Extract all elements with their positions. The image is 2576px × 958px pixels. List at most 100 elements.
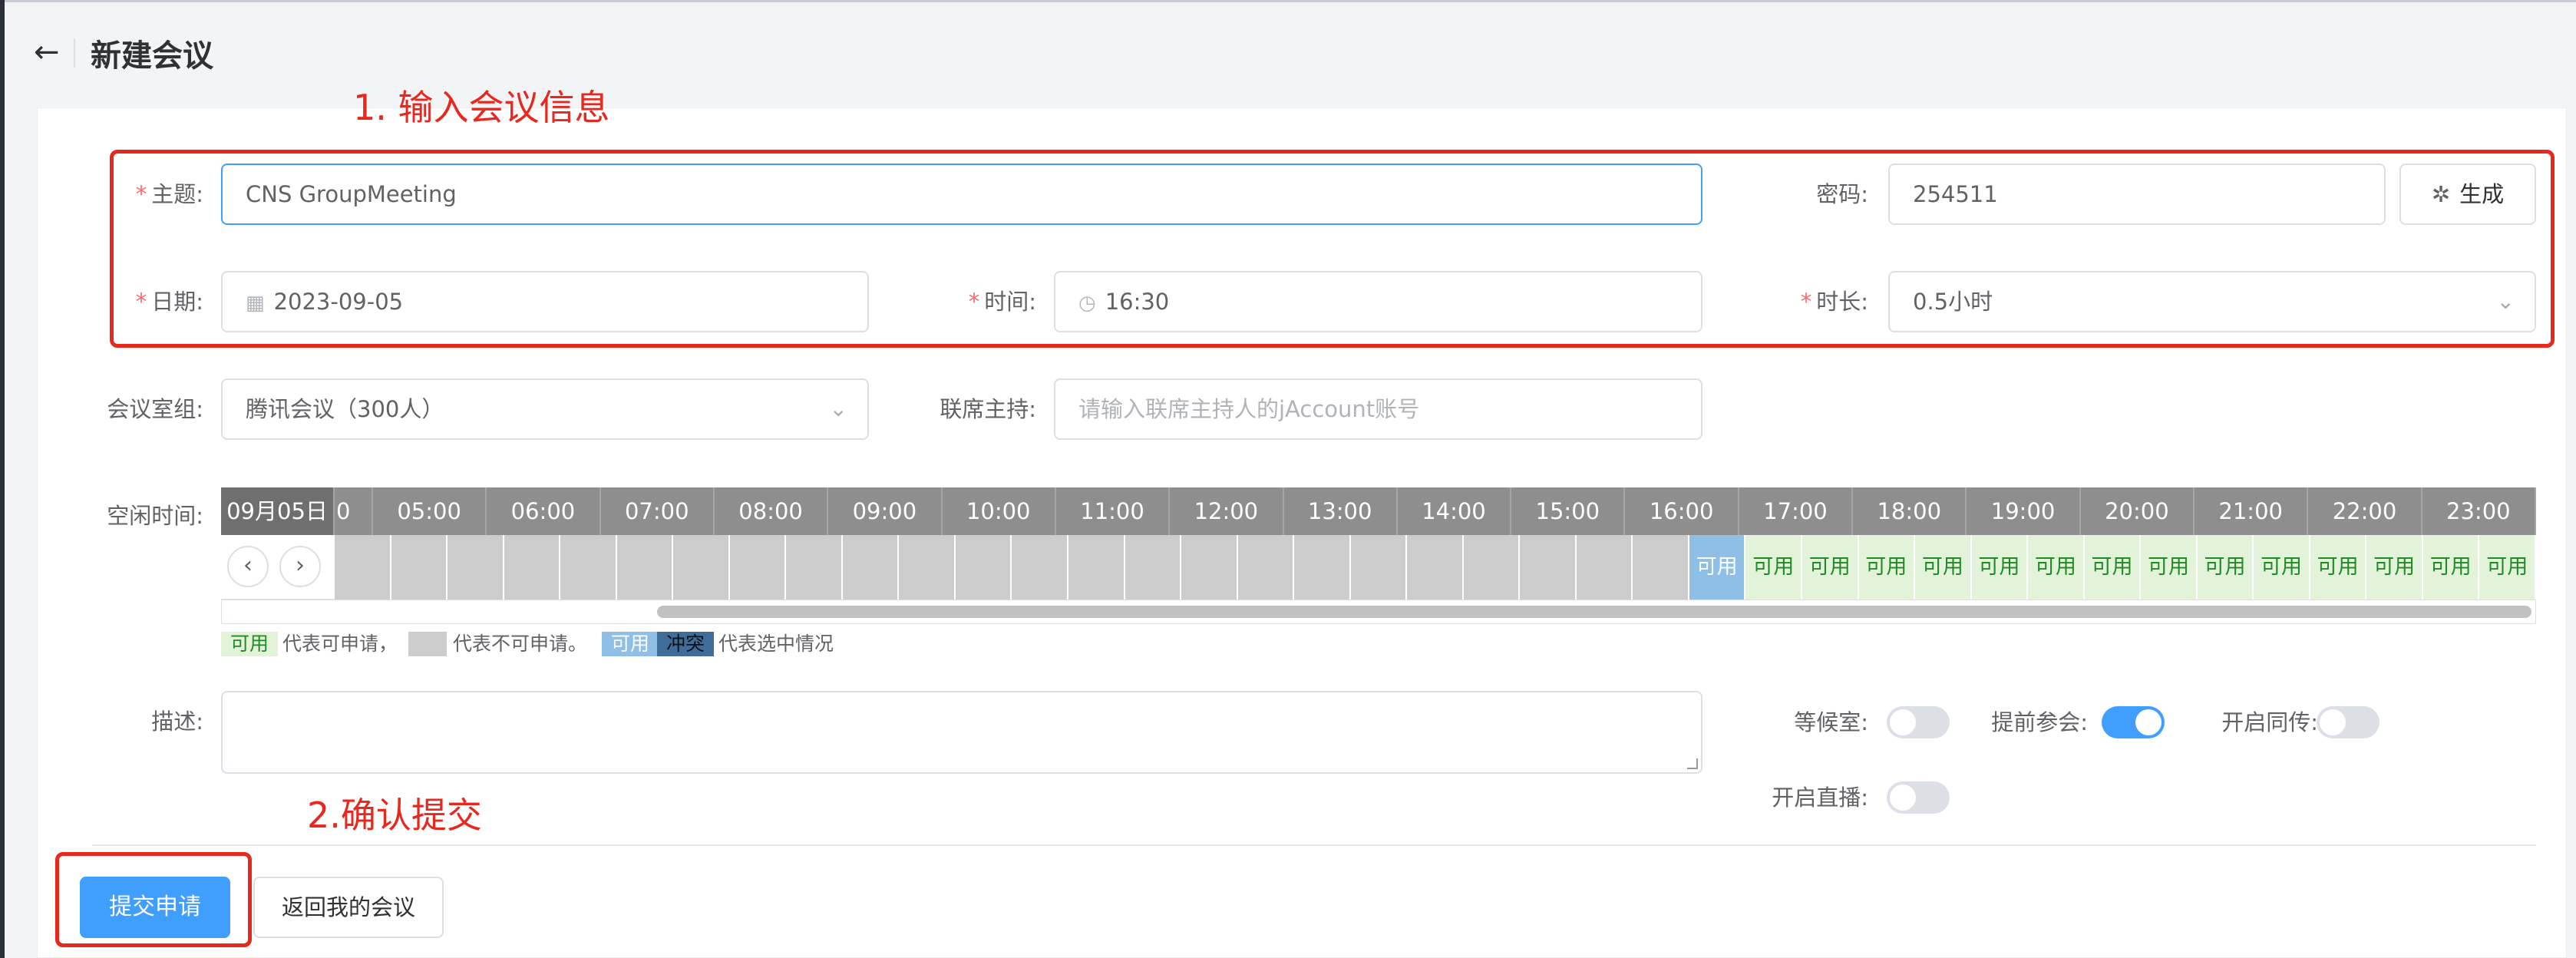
schedule-header: 09月05日 0 05:00 06:00 07:00 08:00 09:00 10:00 11:… <box>221 487 2536 535</box>
schedule-slot-unavailable[interactable] <box>729 535 787 600</box>
password-input[interactable]: 254511 <box>1888 164 2386 225</box>
schedule-hour-header: 15:00 <box>1511 487 1626 535</box>
schedule-slot-available[interactable]: 可用 <box>1802 535 1859 600</box>
schedule-hour-header: 11:00 <box>1056 487 1171 535</box>
simultaneous-switch[interactable] <box>2317 706 2379 738</box>
submit-button[interactable]: 提交申请 <box>80 877 230 938</box>
chevron-down-icon: ⌄ <box>829 396 847 421</box>
schedule-slot-available[interactable]: 可用 <box>2422 535 2480 600</box>
schedule-slot-unavailable[interactable] <box>616 535 674 600</box>
schedule-hour-header: 20:00 <box>2081 487 2195 535</box>
password-label: 密码: <box>1816 181 1868 207</box>
schedule-prev-icon[interactable]: ‹ <box>227 546 269 587</box>
schedule-slot-unavailable[interactable] <box>447 535 504 600</box>
schedule-slot-unavailable[interactable] <box>899 535 956 600</box>
schedule-slot-available[interactable]: 可用 <box>2479 535 2536 600</box>
chevron-down-icon: ⌄ <box>2496 289 2515 314</box>
schedule-slot-unavailable[interactable] <box>1181 535 1238 600</box>
legend-unavailable-text: 代表不可申请。 <box>453 633 588 655</box>
schedule-row: ‹ › 可用 可用 可用 可用 可用 可用 可用 可用 可用 可用 可用 可用 可用 可用 可用 <box>221 535 2536 600</box>
legend-available-text: 代表可申请， <box>282 633 398 655</box>
schedule-hour-header: 12:00 <box>1170 487 1284 535</box>
annotation-step1: 1. 输入会议信息 <box>353 87 610 128</box>
schedule-hour-header: 13:00 <box>1284 487 1398 535</box>
schedule-slot-available[interactable]: 可用 <box>2254 535 2310 600</box>
free-time-label: 空闲时间: <box>107 503 203 529</box>
schedule-slot-available[interactable]: 可用 <box>2141 535 2198 600</box>
description-label: 描述: <box>151 709 203 735</box>
schedule-hour-header: 06:00 <box>487 487 601 535</box>
annotation-step2: 2.确认提交 <box>307 794 482 836</box>
schedule-slot-unavailable[interactable] <box>786 535 843 600</box>
schedule-slot-available[interactable]: 可用 <box>2197 535 2254 600</box>
schedule-slot-unavailable[interactable] <box>504 535 561 600</box>
schedule-slot-unavailable[interactable] <box>1463 535 1521 600</box>
footer-divider <box>92 844 2536 846</box>
legend-conflict-chip: 冲突 <box>657 632 715 656</box>
calendar-icon: ▦ <box>246 292 265 315</box>
back-arrow-icon[interactable]: ← <box>34 37 68 71</box>
schedule-slot-unavailable[interactable] <box>1068 535 1125 600</box>
schedule-slot-unavailable[interactable] <box>1125 535 1182 600</box>
schedule-next-icon[interactable]: › <box>279 546 321 587</box>
simultaneous-label: 开启同传: <box>2221 709 2318 735</box>
schedule-slot-available[interactable]: 可用 <box>2028 535 2085 600</box>
live-label: 开启直播: <box>1772 785 1868 811</box>
schedule-slot-unavailable[interactable] <box>335 535 391 600</box>
schedule-slot-available[interactable]: 可用 <box>2366 535 2423 600</box>
cohost-input[interactable]: 请输入联席主持人的jAccount账号 <box>1054 378 1702 440</box>
header-divider <box>74 38 75 68</box>
early-join-label: 提前参会: <box>1991 709 2088 735</box>
schedule-slot-available[interactable]: 可用 <box>1915 535 1972 600</box>
schedule-slot-unavailable[interactable] <box>1407 535 1464 600</box>
subject-label: * 主题: <box>135 181 203 207</box>
schedule-hour-header: 23:00 <box>2422 487 2536 535</box>
duration-select[interactable]: 0.5小时 ⌄ <box>1888 271 2536 332</box>
schedule-hour-header: 19:00 <box>1967 487 2081 535</box>
schedule-date-header: 09月05日 <box>221 487 335 535</box>
schedule-slot-unavailable[interactable] <box>1294 535 1351 600</box>
sparkle-icon: ✲ <box>2431 181 2451 207</box>
schedule-hour-header: 21:00 <box>2195 487 2309 535</box>
schedule-slot-unavailable[interactable] <box>1237 535 1295 600</box>
schedule-slot-unavailable[interactable] <box>1576 535 1633 600</box>
schedule-hour-header: 14:00 <box>1398 487 1512 535</box>
back-to-my-meetings-button[interactable]: 返回我的会议 <box>253 877 444 938</box>
schedule-slot-available[interactable]: 可用 <box>1858 535 1916 600</box>
schedule-slot-unavailable[interactable] <box>1350 535 1408 600</box>
time-input[interactable]: ◷ 16:30 <box>1054 271 1702 332</box>
resize-handle-icon[interactable] <box>1687 758 1698 769</box>
schedule-slot-available[interactable]: 可用 <box>2310 535 2367 600</box>
generate-button[interactable]: ✲ 生成 <box>2399 164 2536 225</box>
duration-label: * 时长: <box>1800 289 1868 315</box>
subject-input[interactable]: CNS GroupMeeting <box>221 164 1702 225</box>
live-switch[interactable] <box>1887 781 1950 814</box>
schedule-scroll-thumb[interactable] <box>657 606 2531 618</box>
schedule-hour-header: 07:00 <box>601 487 715 535</box>
time-label: * 时间: <box>968 289 1036 315</box>
waiting-room-switch[interactable] <box>1887 706 1950 738</box>
schedule-slot-selected[interactable]: 可用 <box>1689 535 1746 600</box>
date-label: * 日期: <box>135 289 203 315</box>
schedule-slot-unavailable[interactable] <box>560 535 617 600</box>
schedule-slot-unavailable[interactable] <box>1520 535 1577 600</box>
schedule-slot-unavailable[interactable] <box>673 535 730 600</box>
early-join-switch[interactable] <box>2102 706 2165 738</box>
schedule-slot-available[interactable]: 可用 <box>1971 535 2029 600</box>
schedule-hour-header: 17:00 <box>1739 487 1854 535</box>
room-group-select[interactable]: 腾讯会议（300人） ⌄ <box>221 378 869 440</box>
schedule-slot-unavailable[interactable] <box>391 535 448 600</box>
description-textarea[interactable] <box>221 691 1702 774</box>
page-title: 新建会议 <box>91 38 213 74</box>
schedule-slot-unavailable[interactable] <box>1633 535 1689 600</box>
schedule-slot-available[interactable]: 可用 <box>1745 535 1802 600</box>
schedule-slot-available[interactable]: 可用 <box>2084 535 2142 600</box>
date-input[interactable]: ▦ 2023-09-05 <box>221 271 869 332</box>
schedule-hour-header: 16:00 <box>1625 487 1739 535</box>
clock-icon: ◷ <box>1078 292 1096 315</box>
schedule-slot-unavailable[interactable] <box>1012 535 1068 600</box>
schedule-slot-unavailable[interactable] <box>842 535 900 600</box>
waiting-room-label: 等候室: <box>1794 709 1868 735</box>
schedule-hour-header: 10:00 <box>943 487 1056 535</box>
schedule-slot-unavailable[interactable] <box>955 535 1012 600</box>
